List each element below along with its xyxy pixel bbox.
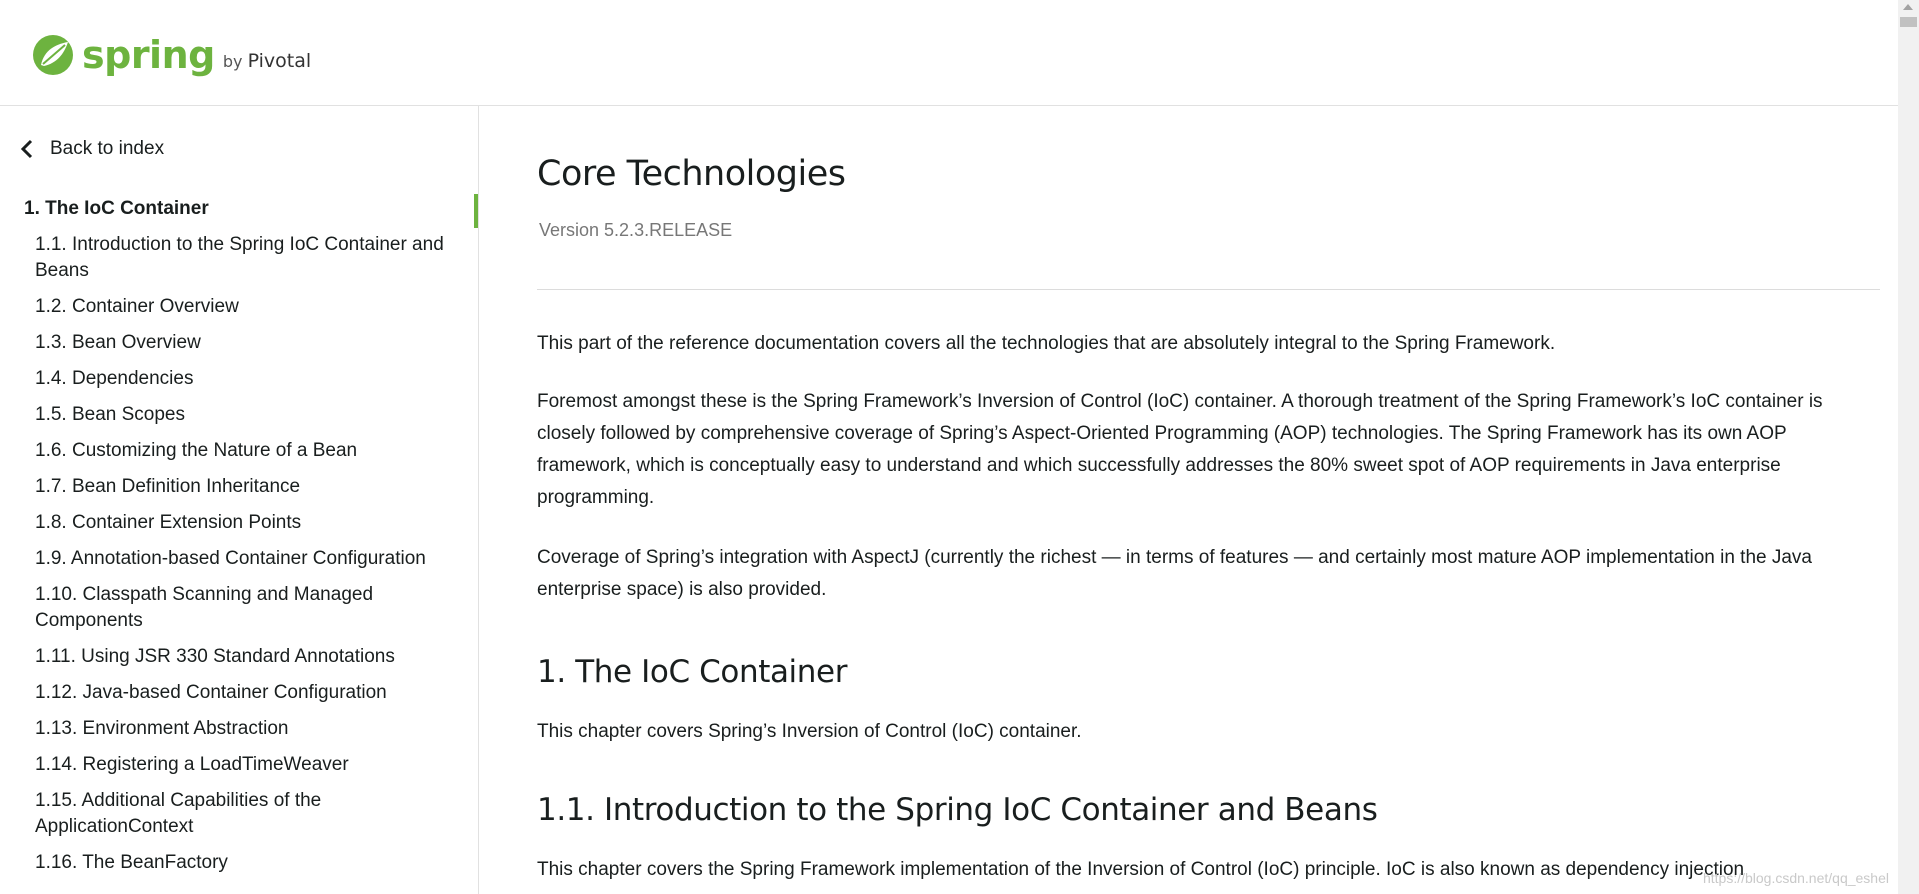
site-header: spring by Pivotal [0, 0, 1898, 106]
back-to-index-link[interactable]: Back to index [20, 138, 164, 160]
toc-item[interactable]: 1.3. Bean Overview [35, 330, 472, 356]
spring-leaf-icon [33, 35, 73, 75]
toc-item[interactable]: 1.8. Container Extension Points [35, 510, 472, 536]
toc-item[interactable]: 1.7. Bean Definition Inheritance [35, 474, 472, 500]
toc-item[interactable]: 1.11. Using JSR 330 Standard Annotations [35, 644, 472, 670]
intro-paragraph-1: This part of the reference documentation… [537, 333, 1556, 354]
intro-paragraph-3: Coverage of Spring’s integration with As… [537, 547, 1813, 600]
scroll-thumb[interactable] [1900, 17, 1917, 27]
toc-item[interactable]: 1.2. Container Overview [35, 294, 472, 320]
toc-sidebar: Back to index 1. The IoC Container 1.1. … [0, 106, 479, 894]
chevron-left-icon [20, 139, 33, 159]
toc-item-ioc-container[interactable]: 1. The IoC Container [24, 198, 472, 220]
toc-item[interactable]: 1.5. Bean Scopes [35, 402, 472, 428]
active-indicator [474, 194, 478, 228]
page-title: Core Technologies [537, 154, 846, 194]
toc-item[interactable]: 1.12. Java-based Container Configuration [35, 680, 472, 706]
toc-item[interactable]: 1.4. Dependencies [35, 366, 472, 392]
toc-item[interactable]: 1.6. Customizing the Nature of a Bean [35, 438, 472, 464]
toc-list: 1. The IoC Container 1.1. Introduction t… [24, 198, 472, 886]
intro-paragraph-2: Foremost amongst these is the Spring Fra… [537, 391, 1823, 508]
logo-wordmark: spring [82, 33, 215, 77]
toc-item[interactable]: 1.1. Introduction to the Spring IoC Cont… [35, 232, 472, 284]
section-paragraph: This chapter covers Spring’s Inversion o… [537, 721, 1082, 742]
watermark: https://blog.csdn.net/qq_eshel [1702, 870, 1889, 886]
toc-item[interactable]: 1.15. Additional Capabilities of the App… [35, 788, 472, 840]
vertical-scrollbar[interactable] [1898, 0, 1919, 894]
toc-item[interactable]: 1.14. Registering a LoadTimeWeaver [35, 752, 472, 778]
toc-item[interactable]: 1.16. The BeanFactory [35, 850, 472, 876]
logo-brand: Pivotal [247, 50, 312, 72]
section-heading-ioc-container: 1. The IoC Container [537, 654, 848, 690]
scroll-up-arrow-icon[interactable] [1903, 4, 1913, 10]
back-label: Back to index [50, 138, 165, 159]
toc-item[interactable]: 1.13. Environment Abstraction [35, 716, 472, 742]
divider [537, 289, 1880, 290]
logo-by-pivotal: by Pivotal [223, 50, 311, 72]
toc-item[interactable]: 1.10. Classpath Scanning and Managed Com… [35, 582, 472, 634]
version-label: Version 5.2.3.RELEASE [539, 220, 733, 240]
section-paragraph-intro: This chapter covers the Spring Framework… [537, 859, 1745, 880]
section-heading-introduction: 1.1. Introduction to the Spring IoC Cont… [537, 792, 1378, 828]
logo-by-text: by [222, 52, 243, 71]
toc-item[interactable]: 1.9. Annotation-based Container Configur… [35, 546, 472, 572]
spring-logo[interactable]: spring by Pivotal [30, 28, 311, 78]
